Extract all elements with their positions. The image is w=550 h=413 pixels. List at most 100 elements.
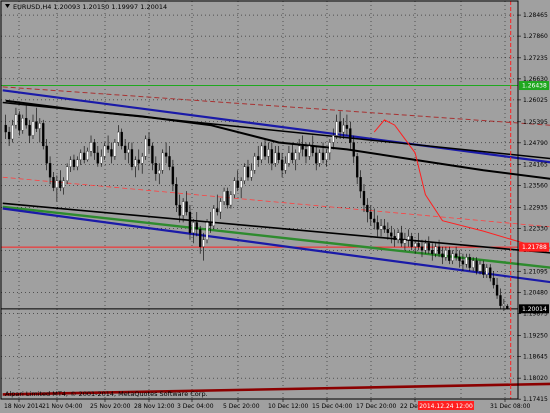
candle-body [489,267,492,279]
price-marker-label: 1.21788 [522,244,547,251]
candle-body [175,184,178,206]
candle-body [219,201,222,213]
candle-body [137,159,140,164]
x-tick-label: 10 Dec 12:00 [268,403,309,410]
candle-body [164,152,168,157]
x-tick-label: 18 Nov 2014 [4,403,43,410]
candle-body [471,260,475,268]
candle-body [222,190,226,202]
candle-body [100,156,103,164]
y-tick-label: 1.25395 [523,119,548,126]
candle-body [45,145,48,164]
candle-body [386,229,390,233]
candle-body [31,121,35,136]
x-tick-label: 25 Nov 20:00 [90,403,131,410]
candle-body [76,159,79,167]
candle-body [154,163,158,174]
candle-body [96,152,100,164]
candle-body [311,145,314,154]
y-tick-label: 1.24165 [523,162,548,169]
chart-title: EURUSD,H4 1.20093 1.20150 1.19997 1.2001… [13,3,167,11]
candle-body [113,142,117,157]
candle-body [437,246,441,254]
y-tick-label: 1.26025 [523,97,548,104]
candle-body [168,156,171,167]
candle-body [413,243,417,247]
x-tick-label: 5 Dec 20:00 [223,403,260,410]
candle-body [202,239,205,247]
candle-body [468,257,471,268]
candle-body [226,190,229,206]
candle-body [55,180,59,188]
candle-body [89,142,93,152]
candle-body [263,145,267,157]
candle-body [403,239,407,244]
candle-body [103,145,106,157]
candle-body [277,152,280,161]
candle-body [485,267,488,275]
candle-body [431,250,434,254]
candle-body [427,243,430,251]
x-label-marker: 2014.12.24 12:00 [419,403,473,410]
y-tick-label: 1.22330 [523,225,548,232]
candle-body [52,177,55,188]
candle-body [83,152,86,161]
candle-body [362,190,366,206]
candle-body [42,123,45,147]
candle-body [130,149,134,167]
candle [144,135,147,160]
candle-body [127,149,130,154]
candle-body [236,180,239,188]
candle-body [294,152,297,161]
candle [212,205,216,230]
candle-body [69,159,72,167]
candle-body [345,124,349,129]
copyright-text: Alpari Limited MT4, © 2001-2014, MetaQuo… [5,390,208,398]
candle-body [482,263,485,275]
candle-body [178,204,181,216]
candle-body [18,114,21,131]
candle [161,149,164,174]
candle-body [246,166,250,178]
candle-body [243,166,246,181]
y-tick-label: 1.24790 [523,140,548,147]
candle-body [7,131,11,140]
candle-body [199,229,202,247]
candle-body [461,260,465,265]
candle-body [147,138,151,147]
candle-body [25,117,28,126]
candle-body [253,156,256,171]
candle-body [434,246,437,254]
candle-body [383,225,386,230]
candle-body [120,131,123,147]
y-tick-label: 1.22935 [523,204,548,211]
candle-body [123,145,127,154]
chart-background [0,0,550,413]
candle-body [458,257,461,261]
candle-body [239,180,243,188]
candle-body [321,152,325,161]
y-tick-label: 1.21095 [523,268,548,275]
candle-body [188,211,192,233]
candle-body [65,166,69,181]
candle-body [506,305,509,309]
candle-body [195,222,198,230]
candle-body [287,152,291,164]
candle-body [478,263,482,272]
candle-body [417,243,420,247]
candle-body [441,253,444,258]
candle-body [400,232,403,244]
candle-body [171,166,175,185]
x-tick-label: 28 Nov 12:00 [134,403,175,410]
candle-body [161,152,164,171]
candle-body [260,145,263,161]
candle-body [291,152,294,161]
candle-body [134,159,137,167]
candle-body [315,152,318,164]
candle-body [93,142,96,154]
price-chart[interactable]: 1.284651.278601.272351.266301.260251.253… [0,0,550,413]
candle-body [444,250,448,258]
candle-body [376,222,379,230]
candle-body [369,211,372,220]
candle-body [62,180,65,188]
